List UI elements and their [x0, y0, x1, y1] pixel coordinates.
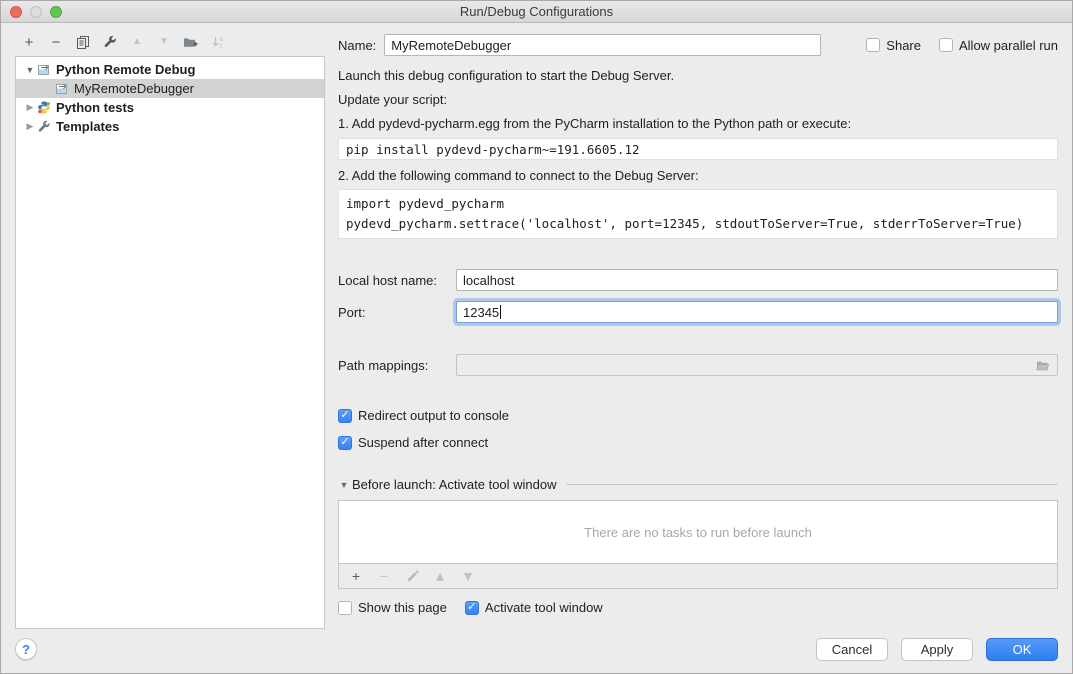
configurations-tree: ▼ Python Remote Debug MyRemoteDebugger ▶ [15, 56, 325, 629]
chevron-right-icon[interactable]: ▶ [23, 102, 37, 113]
help-button[interactable]: ? [15, 638, 37, 660]
run-config-icon [55, 82, 70, 95]
configuration-editor: Name: MyRemoteDebugger Share Allow paral… [325, 23, 1072, 629]
share-label: Share [886, 38, 921, 53]
copy-configuration-icon[interactable] [75, 34, 91, 50]
minimize-window-button [30, 6, 42, 18]
allow-parallel-run-label: Allow parallel run [959, 38, 1058, 53]
port-input[interactable]: 12345 [456, 301, 1058, 323]
move-down-icon: ▼ [156, 34, 172, 50]
chevron-down-icon[interactable]: ▼ [23, 65, 37, 75]
svg-text:z: z [220, 44, 223, 50]
section-divider [566, 484, 1058, 485]
settrace-code-block[interactable]: import pydevd_pycharm pydevd_pycharm.set… [338, 189, 1058, 239]
ok-button[interactable]: OK [986, 638, 1058, 661]
dialog-footer: ? Cancel Apply OK [1, 629, 1072, 673]
local-host-name-label: Local host name: [338, 273, 456, 288]
allow-parallel-run-checkbox[interactable] [939, 38, 953, 52]
update-script-text: Update your script: [338, 92, 1058, 108]
remove-configuration-icon[interactable]: − [48, 34, 64, 50]
help-icon: ? [22, 642, 30, 657]
show-this-page-label: Show this page [358, 600, 447, 615]
suspend-after-connect-label: Suspend after connect [358, 435, 488, 450]
browse-folder-icon[interactable] [1035, 359, 1051, 372]
activate-tool-window-checkbox[interactable]: ✓ [465, 601, 479, 615]
tree-item-label: Templates [56, 119, 119, 134]
show-this-page-checkbox[interactable] [338, 601, 352, 615]
port-label: Port: [338, 305, 456, 320]
suspend-after-connect-checkbox[interactable]: ✓ [338, 436, 352, 450]
pip-command-code[interactable]: pip install pydevd-pycharm~=191.6605.12 [338, 138, 1058, 160]
path-mappings-input[interactable] [456, 354, 1058, 376]
share-checkbox[interactable] [866, 38, 880, 52]
before-launch-section-header[interactable]: ▼ Before launch: Activate tool window [338, 477, 1058, 492]
tree-item-templates[interactable]: ▶ Templates [16, 117, 324, 136]
redirect-output-label: Redirect output to console [358, 408, 509, 423]
new-folder-icon[interactable] [183, 34, 199, 50]
run-debug-configurations-dialog: Run/Debug Configurations + − ▲ ▼ az [0, 0, 1073, 674]
zoom-window-button[interactable] [50, 6, 62, 18]
chevron-right-icon[interactable]: ▶ [23, 121, 37, 132]
code-line-1: import pydevd_pycharm [346, 194, 1050, 214]
wrench-icon [37, 120, 52, 133]
code-line-2: pydevd_pycharm.settrace('localhost', por… [346, 214, 1050, 234]
text-caret [500, 305, 501, 319]
before-launch-toolbar: + − ▲ ▼ [338, 564, 1058, 589]
configurations-sidebar: + − ▲ ▼ az ▼ [15, 23, 325, 629]
before-launch-empty-text: There are no tasks to run before launch [584, 525, 812, 540]
tree-item-label: Python tests [56, 100, 134, 115]
local-host-name-input[interactable]: localhost [456, 269, 1058, 291]
title-bar: Run/Debug Configurations [1, 1, 1072, 23]
activate-tool-window-label: Activate tool window [485, 600, 603, 615]
move-task-down-icon: ▼ [460, 568, 476, 584]
sort-alphabetically-icon: az [210, 34, 226, 50]
svg-text:a: a [220, 37, 224, 43]
tree-item-python-tests[interactable]: ▶ Python tests [16, 98, 324, 117]
add-configuration-icon[interactable]: + [21, 34, 37, 50]
before-launch-title: Before launch: Activate tool window [352, 477, 557, 492]
chevron-down-icon[interactable]: ▼ [338, 480, 350, 490]
run-config-icon [37, 63, 52, 76]
step1-text: 1. Add pydevd-pycharm.egg from the PyCha… [338, 116, 1058, 132]
move-task-up-icon: ▲ [432, 568, 448, 584]
apply-button[interactable]: Apply [901, 638, 973, 661]
tree-item-label: Python Remote Debug [56, 62, 195, 77]
close-window-button[interactable] [10, 6, 22, 18]
redirect-output-checkbox[interactable]: ✓ [338, 409, 352, 423]
add-task-icon[interactable]: + [348, 568, 364, 584]
name-label: Name: [338, 38, 376, 53]
window-title: Run/Debug Configurations [1, 4, 1072, 19]
before-launch-task-list[interactable]: There are no tasks to run before launch [338, 500, 1058, 564]
edit-task-icon [404, 568, 420, 584]
path-mappings-label: Path mappings: [338, 358, 456, 373]
tree-item-myremotedebugger[interactable]: MyRemoteDebugger [16, 79, 324, 98]
edit-templates-icon[interactable] [102, 34, 118, 50]
intro-text: Launch this debug configuration to start… [338, 68, 1058, 84]
cancel-button[interactable]: Cancel [816, 638, 888, 661]
move-up-icon: ▲ [129, 34, 145, 50]
name-input[interactable]: MyRemoteDebugger [384, 34, 821, 56]
traffic-lights [10, 6, 62, 18]
python-tests-icon [37, 101, 52, 114]
remove-task-icon: − [376, 568, 392, 584]
tree-item-python-remote-debug[interactable]: ▼ Python Remote Debug [16, 60, 324, 79]
step2-text: 2. Add the following command to connect … [338, 168, 1058, 184]
sidebar-toolbar: + − ▲ ▼ az [15, 30, 325, 54]
tree-item-label: MyRemoteDebugger [74, 81, 194, 96]
